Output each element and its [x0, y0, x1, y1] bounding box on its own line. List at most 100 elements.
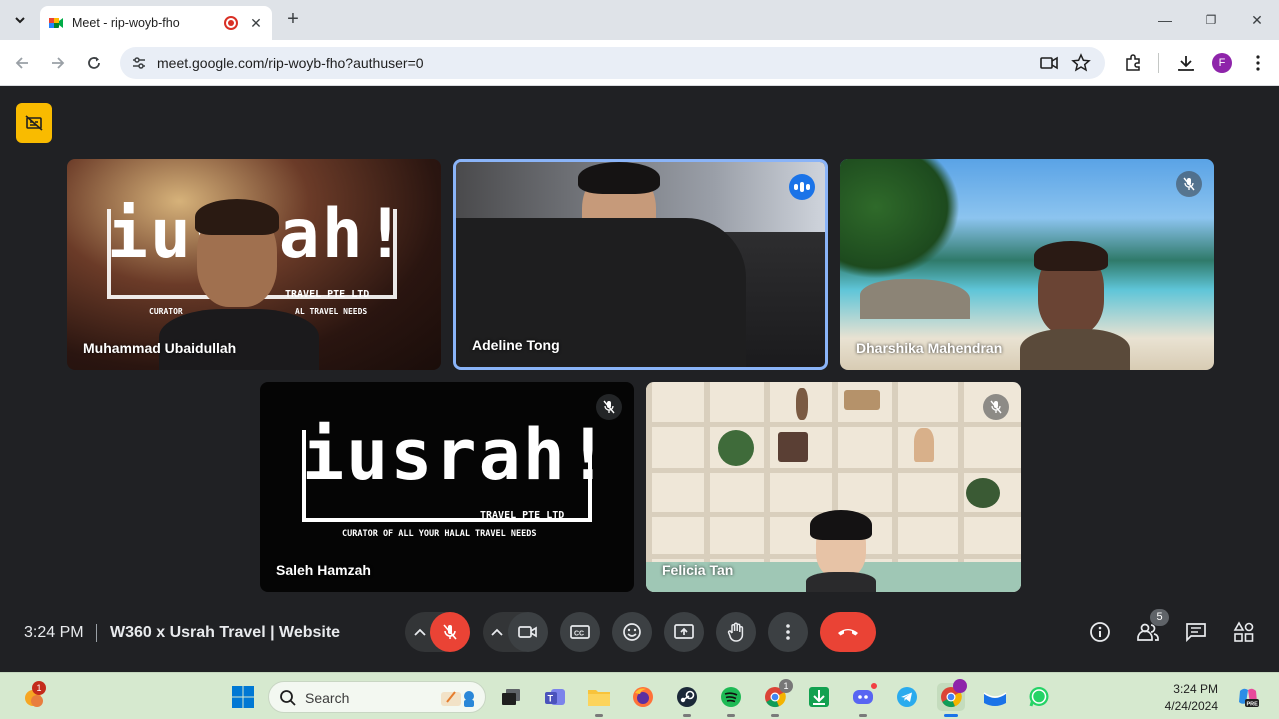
activities-button[interactable]: [1230, 618, 1258, 646]
restore-icon[interactable]: ❐: [1201, 10, 1221, 30]
teams-app[interactable]: T: [542, 683, 570, 711]
leave-call-button[interactable]: [820, 612, 876, 652]
chrome-app[interactable]: 1: [761, 679, 793, 717]
file-explorer-app[interactable]: [585, 683, 613, 717]
reload-button[interactable]: [82, 51, 106, 75]
plant-decor: [718, 430, 754, 466]
reactions-button[interactable]: [612, 612, 652, 652]
chevron-down-icon: [15, 17, 25, 24]
task-view-button[interactable]: [497, 683, 525, 711]
extensions-button[interactable]: [1121, 51, 1145, 75]
shelf-divider: [704, 382, 710, 564]
start-button[interactable]: [229, 683, 257, 711]
raise-hand-button[interactable]: [716, 612, 756, 652]
teams-icon: T: [545, 689, 565, 705]
speaking-indicator-icon: [789, 174, 815, 200]
mic-off-icon: [1176, 171, 1202, 197]
app-running-indicator: [771, 714, 779, 717]
participant-name: Dharshika Mahendran: [856, 340, 1003, 356]
taskbar-search-box[interactable]: Search: [268, 681, 486, 713]
camera-in-use-icon[interactable]: [1040, 55, 1058, 71]
profile-avatar[interactable]: F: [1212, 53, 1232, 73]
palm-tree-backdrop: [840, 159, 960, 279]
tab-search-button[interactable]: [8, 8, 32, 32]
tab-title: Meet - rip-woyb-fho: [72, 16, 180, 30]
spotify-app[interactable]: [717, 683, 745, 717]
audio-settings-chevron[interactable]: [410, 621, 430, 643]
captions-off-badge[interactable]: [16, 103, 52, 143]
usrah-logo-company: TRAVEL PTE LTD: [285, 289, 370, 300]
mail-icon: [983, 692, 1007, 706]
present-screen-button[interactable]: [664, 612, 704, 652]
info-icon: [1090, 622, 1110, 642]
vase-decor: [796, 388, 808, 420]
downloader-app[interactable]: [805, 683, 833, 711]
arrow-left-icon: [15, 57, 28, 69]
participant-tile-active-speaker[interactable]: Adeline Tong: [453, 159, 828, 370]
video-settings-chevron[interactable]: [487, 621, 507, 643]
meet-favicon-icon: [49, 18, 63, 28]
captions-off-icon: [25, 115, 43, 131]
steam-app[interactable]: [673, 683, 701, 717]
captions-button[interactable]: CC: [560, 612, 600, 652]
shelf-divider: [958, 382, 964, 564]
participant-tile[interactable]: iusrah! TRAVEL PTE LTD Curator Of All Yo…: [260, 382, 634, 592]
mail-app[interactable]: [981, 683, 1009, 711]
meeting-title: W360 x Usrah Travel | Website: [110, 624, 341, 641]
back-button[interactable]: [10, 51, 34, 75]
taskbar-clock-time[interactable]: 3:24 PM: [1164, 682, 1218, 696]
kebab-menu-icon: [786, 624, 790, 640]
chevron-up-icon: [414, 628, 426, 636]
new-tab-button[interactable]: +: [282, 8, 304, 32]
usrah-logo-wordmark: iusrah!: [302, 414, 612, 496]
address-bar[interactable]: meet.google.com/rip-woyb-fho?authuser=0: [120, 47, 1105, 79]
firefox-app[interactable]: [629, 683, 657, 711]
firefox-icon: [633, 687, 653, 707]
app-active-indicator: [944, 714, 958, 717]
discord-app[interactable]: [849, 681, 879, 717]
usrah-logo-tagline: Curator Of All Your Halal Travel Needs: [342, 529, 537, 539]
weather-notification-badge: 1: [32, 681, 46, 695]
chrome-profile-app-active[interactable]: [937, 679, 967, 717]
taskbar-search-label: Search: [305, 690, 350, 706]
search-highlight-icon: [441, 691, 474, 707]
participant-tile[interactable]: Dharshika Mahendran: [840, 159, 1214, 370]
arrow-right-icon: [52, 57, 65, 69]
participant-name: Adeline Tong: [472, 337, 560, 353]
toolbar-divider: [1158, 53, 1159, 73]
activities-icon: [1233, 621, 1254, 642]
download-manager-icon: [809, 687, 829, 707]
taskbar-clock-date[interactable]: 4/24/2024: [1154, 699, 1218, 713]
browser-toolbar: meet.google.com/rip-woyb-fho?authuser=0 …: [0, 40, 1279, 86]
meet-stage: iusrah! TRAVEL PTE LTD CURATOR AL TRAVEL…: [0, 87, 1279, 672]
basket-decor: [844, 390, 880, 410]
weather-widget[interactable]: 1: [20, 681, 48, 711]
shelf-board: [646, 468, 1021, 473]
browser-tab[interactable]: Meet - rip-woyb-fho ✕: [40, 6, 272, 40]
chat-button[interactable]: [1182, 618, 1210, 646]
windows-taskbar: 1 Search T 1 3:24 PM 4/24/2024 PRE: [0, 672, 1279, 719]
copilot-button[interactable]: PRE: [1234, 683, 1262, 711]
tab-close-icon[interactable]: ✕: [248, 15, 264, 32]
telegram-app[interactable]: [893, 683, 921, 711]
whatsapp-app[interactable]: [1025, 683, 1053, 711]
bookmark-star-icon[interactable]: [1071, 53, 1091, 73]
downloads-button[interactable]: [1174, 51, 1198, 75]
chat-icon: [1186, 623, 1206, 642]
microphone-toggle-button[interactable]: [430, 612, 470, 652]
participant-tile[interactable]: Felicia Tan: [646, 382, 1021, 592]
profile-dot: [953, 679, 967, 693]
camera-toggle-button[interactable]: [508, 612, 548, 652]
site-info-icon[interactable]: [130, 54, 148, 72]
svg-text:CC: CC: [574, 631, 584, 638]
plant-decor: [966, 478, 1000, 508]
meeting-details-button[interactable]: [1086, 618, 1114, 646]
minimize-icon[interactable]: —: [1155, 10, 1175, 30]
participant-tile[interactable]: iusrah! TRAVEL PTE LTD CURATOR AL TRAVEL…: [67, 159, 441, 370]
more-options-button[interactable]: [768, 612, 808, 652]
shelf-divider: [764, 382, 770, 564]
app-running-indicator: [859, 714, 867, 717]
window-close-icon[interactable]: ✕: [1247, 10, 1267, 30]
forward-button[interactable]: [46, 51, 70, 75]
browser-menu-button[interactable]: [1246, 51, 1270, 75]
